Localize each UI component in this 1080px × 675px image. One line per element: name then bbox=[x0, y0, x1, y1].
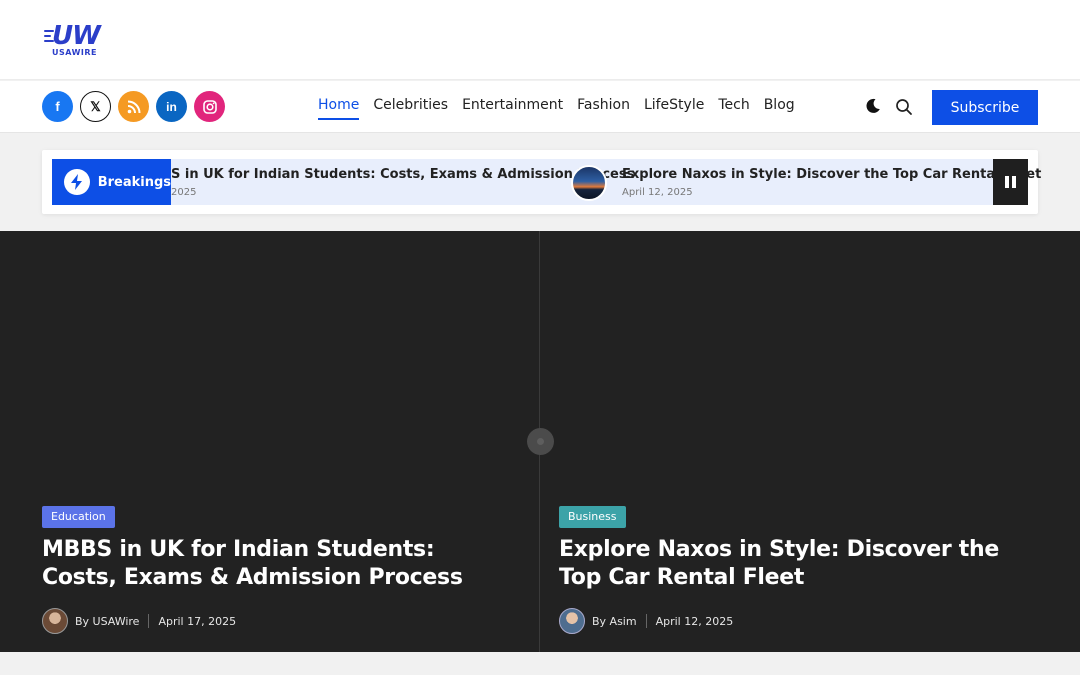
breaking-label-text: Breakings bbox=[97, 174, 171, 190]
avatar[interactable] bbox=[559, 608, 585, 634]
featured-post-right[interactable]: Business Explore Naxos in Style: Discove… bbox=[559, 506, 1029, 634]
menu-item-fashion[interactable]: Fashion bbox=[577, 97, 630, 120]
post-title[interactable]: Explore Naxos in Style: Discover the Top… bbox=[559, 536, 1029, 592]
meta-separator bbox=[148, 614, 150, 628]
category-badge[interactable]: Education bbox=[42, 506, 115, 528]
site-logo[interactable]: UW USAWIRE bbox=[44, 22, 110, 60]
linkedin-icon[interactable]: in bbox=[156, 91, 187, 122]
ticker-title: Explore Naxos in Style: Discover the Top… bbox=[622, 167, 1042, 182]
pause-icon bbox=[1012, 176, 1016, 188]
post-meta: By USAWire April 17, 2025 bbox=[42, 608, 512, 634]
post-title[interactable]: MBBS in UK for Indian Students: Costs, E… bbox=[42, 536, 512, 592]
moon-icon[interactable] bbox=[863, 96, 883, 116]
slider-handle[interactable] bbox=[527, 428, 554, 455]
bolt-icon bbox=[64, 169, 90, 195]
logo-mark: UW bbox=[52, 21, 101, 51]
page-bottom bbox=[0, 652, 1080, 675]
avatar[interactable] bbox=[42, 608, 68, 634]
main-menu: Home Celebrities Entertainment Fashion L… bbox=[318, 97, 795, 120]
top-header: UW USAWIRE bbox=[0, 0, 1080, 80]
menu-item-lifestyle[interactable]: LifeStyle bbox=[644, 97, 704, 120]
menu-item-entertainment[interactable]: Entertainment bbox=[462, 97, 563, 120]
featured-post-left[interactable]: Education MBBS in UK for Indian Students… bbox=[42, 506, 512, 634]
pause-icon bbox=[1005, 176, 1009, 188]
rss-icon[interactable] bbox=[118, 91, 149, 122]
pause-button[interactable] bbox=[993, 159, 1028, 205]
post-author[interactable]: By USAWire bbox=[75, 615, 139, 628]
ticker-item[interactable]: S in UK for Indian Students: Costs, Exam… bbox=[171, 167, 634, 198]
subscribe-button[interactable]: Subscribe bbox=[932, 90, 1038, 125]
slider-handle-dot bbox=[537, 438, 544, 445]
ticker-thumbnail[interactable] bbox=[571, 165, 607, 201]
instagram-icon[interactable] bbox=[194, 91, 225, 122]
menu-item-tech[interactable]: Tech bbox=[718, 97, 749, 120]
facebook-icon[interactable]: f bbox=[42, 91, 73, 122]
ticker-title: S in UK for Indian Students: Costs, Exam… bbox=[171, 167, 635, 182]
ticker-date: April 12, 2025 bbox=[622, 187, 693, 198]
breaking-label: Breakings bbox=[52, 159, 171, 205]
post-meta: By Asim April 12, 2025 bbox=[559, 608, 1029, 634]
ticker-item[interactable]: Explore Naxos in Style: Discover the Top… bbox=[622, 167, 1041, 198]
ticker-date: 2025 bbox=[171, 187, 197, 198]
logo-name: USAWIRE bbox=[52, 48, 98, 57]
menu-item-blog[interactable]: Blog bbox=[764, 97, 795, 120]
meta-separator bbox=[645, 614, 647, 628]
category-badge[interactable]: Business bbox=[559, 506, 626, 528]
menu-item-home[interactable]: Home bbox=[318, 97, 360, 120]
logo-speed-line bbox=[44, 35, 51, 37]
post-author[interactable]: By Asim bbox=[592, 615, 637, 628]
post-date: April 12, 2025 bbox=[655, 614, 734, 628]
nav-bar: f 𝕏 in Home Celebrities Entertainment Fa… bbox=[0, 81, 1080, 133]
x-icon[interactable]: 𝕏 bbox=[80, 91, 111, 122]
search-icon[interactable] bbox=[895, 98, 913, 116]
social-links: f 𝕏 in bbox=[42, 91, 225, 122]
menu-item-celebrities[interactable]: Celebrities bbox=[373, 97, 448, 120]
post-date: April 17, 2025 bbox=[158, 614, 237, 628]
